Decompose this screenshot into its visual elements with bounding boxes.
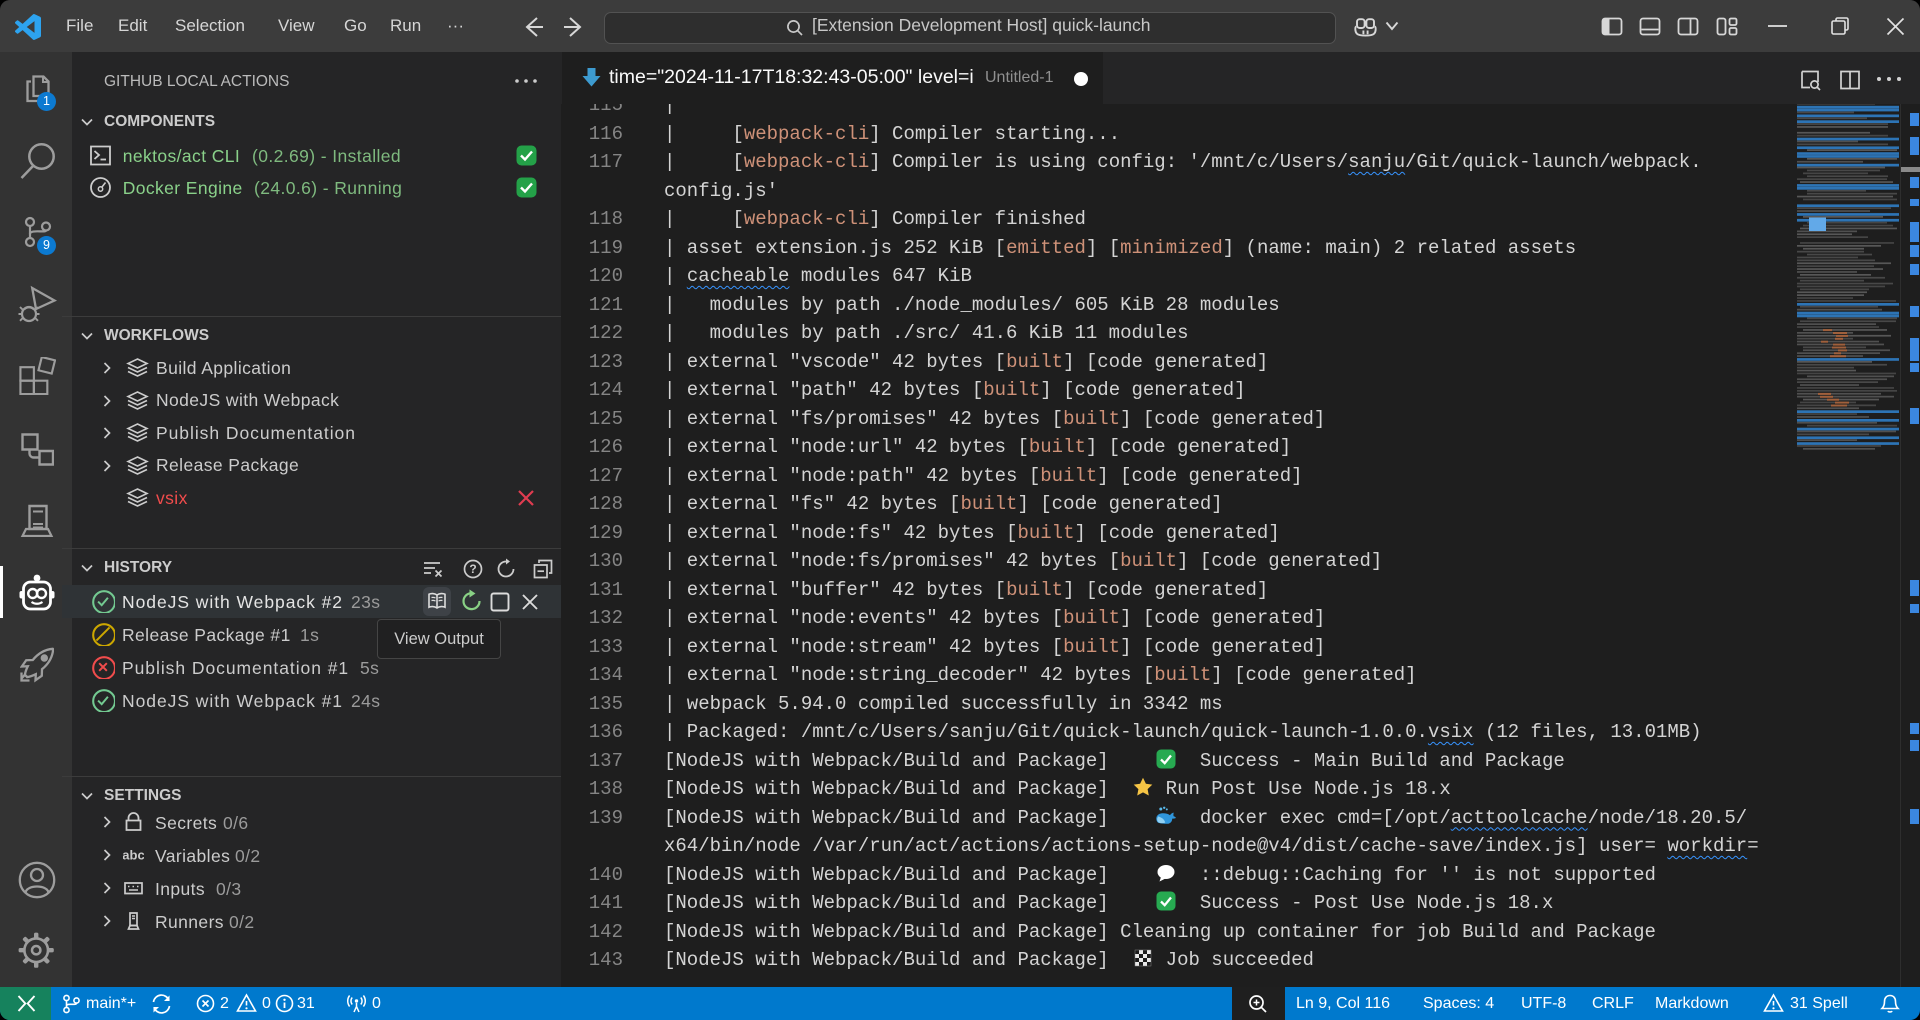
svg-text:abc: abc xyxy=(123,848,144,863)
svg-text:?: ? xyxy=(469,562,476,576)
